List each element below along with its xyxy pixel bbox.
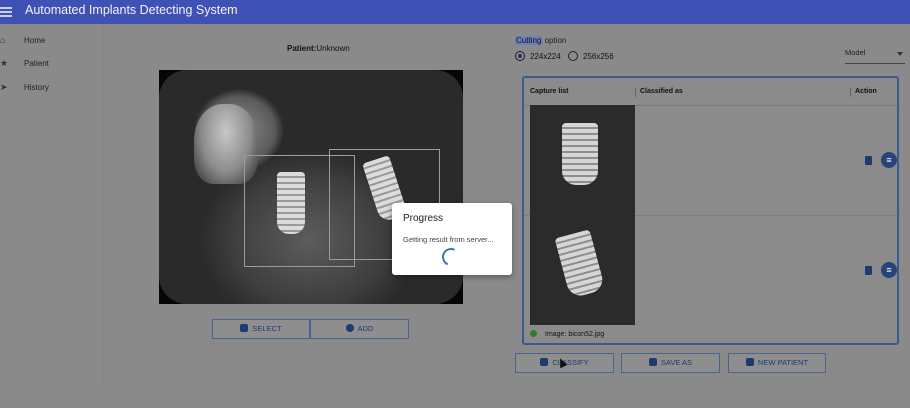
radio-checked-icon — [515, 51, 525, 61]
capture-thumbnail — [530, 105, 635, 215]
cutting-option-label: Cutting option — [515, 36, 567, 45]
camera-icon — [240, 324, 249, 332]
delete-icon[interactable] — [865, 156, 872, 165]
select-button[interactable]: SELECT — [212, 319, 310, 339]
sidebar-item-home[interactable]: ⌂ Home — [0, 32, 100, 50]
app-title: Automated Implants Detecting System — [25, 3, 238, 17]
add-circle-icon — [345, 324, 354, 332]
save-as-button[interactable]: SAVE AS — [621, 353, 720, 373]
patient-label-key: Patient: — [287, 44, 317, 53]
sidebar-item-label: Patient — [24, 59, 49, 68]
sidebar-item-history[interactable]: ➤ History — [0, 79, 100, 97]
star-icon: ★ — [0, 58, 9, 68]
app-bar: Automated Implants Detecting System — [0, 0, 910, 24]
classify-item-icon[interactable]: ≡ — [881, 262, 897, 278]
add-button[interactable]: ADD — [310, 319, 409, 339]
delete-icon[interactable] — [865, 266, 872, 275]
column-action: Action — [855, 88, 877, 95]
column-capture-list: Capture list — [530, 88, 569, 95]
status-dot-icon — [530, 330, 537, 337]
capture-list-panel: Capture list Classified as Action ≡ ≡ Im… — [522, 76, 899, 345]
save-icon — [540, 358, 549, 366]
send-icon: ➤ — [0, 82, 8, 92]
capture-thumbnail — [530, 215, 635, 325]
progress-dialog: Progress Getting result from server... — [392, 203, 512, 275]
card-icon — [745, 358, 754, 366]
classify-item-icon[interactable]: ≡ — [881, 152, 897, 168]
sidebar: ⌂ Home ★ Patient ➤ History — [0, 24, 103, 385]
dialog-title: Progress — [403, 213, 444, 224]
chevron-down-icon — [897, 52, 903, 56]
model-select-label: Model — [845, 48, 866, 57]
loading-spinner-icon — [439, 245, 463, 269]
radio-unchecked-icon — [568, 51, 578, 61]
dialog-message: Getting result from server... — [403, 235, 494, 244]
sidebar-item-label: History — [24, 83, 49, 92]
column-classified-as: Classified as — [640, 88, 683, 95]
capture-list-header: Capture list Classified as Action — [524, 78, 897, 106]
home-icon: ⌂ — [0, 35, 6, 45]
sidebar-item-label: Home — [24, 36, 46, 45]
save-icon — [648, 358, 657, 366]
image-status: Image: bicon52.jpg — [530, 330, 604, 338]
patient-label-value: Unknown — [316, 44, 350, 53]
model-select[interactable]: Model — [845, 48, 905, 64]
new-patient-button[interactable]: NEW PATIENT — [728, 353, 826, 373]
menu-icon[interactable] — [0, 5, 12, 19]
sidebar-item-patient[interactable]: ★ Patient — [0, 55, 100, 73]
patient-label: Patient:Unknown — [287, 44, 350, 53]
image-status-text: Image: bicon52.jpg — [545, 331, 605, 338]
